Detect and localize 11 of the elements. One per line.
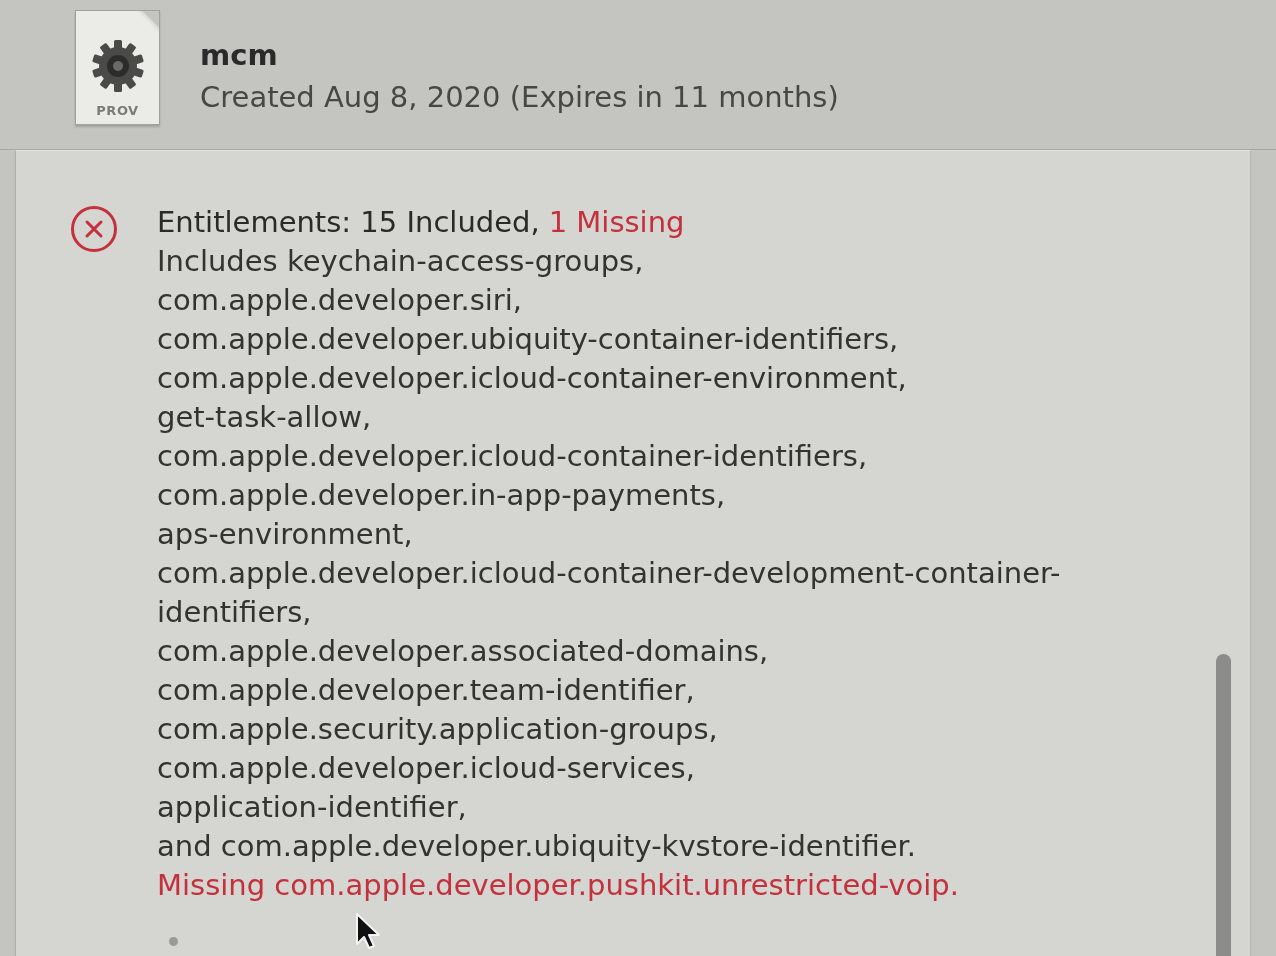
missing-entitlement-text: Missing com.apple.developer.pushkit.unrestricted-voip. [157,867,960,904]
profile-name: mcm [200,37,279,74]
scrollbar-thumb[interactable] [1215,654,1231,956]
profile-created-date: Created Aug 8, 2020 (Expires in 11 months) [200,79,839,116]
gear-icon [90,39,145,93]
included-entitlements-text: Includes keychain-access-groups, com.apple.developer.siri, com.apple.developer.ubiquity-container-identifiers, com.apple.developer.icloud-container-environment, get-task-allow, com.apple.developer.icloud-container-identifiers, com.apple.developer.in-app-payments, aps-environment, com.apple.developer.icloud-container-development-container-identifiers, com.apple.developer.associated-domains, com.apple.developer.team-identifier, com.apple.security.application-groups, com.apple.developer.icloud-services, application-identifier, and com.apple.developer.ubiquity-kvstore-identifier. [157,243,1062,865]
entitlements-summary: Entitlements: 15 Included, [157,204,540,241]
dot-icon [169,937,178,946]
mouse-pointer-icon [355,912,381,950]
file-type-label: PROV [96,103,139,118]
missing-count: 1 Missing [548,204,685,241]
